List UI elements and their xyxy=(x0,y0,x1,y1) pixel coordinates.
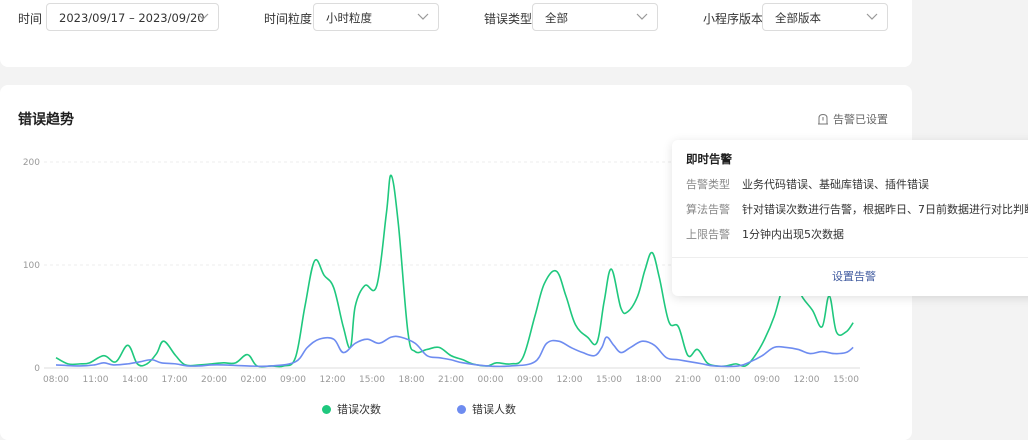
x-tick-label: 09:00 xyxy=(754,375,780,385)
x-tick-label: 00:00 xyxy=(478,375,504,385)
error-type-filter-label: 错误类型 xyxy=(484,12,533,26)
x-tick-label: 14:00 xyxy=(122,375,148,385)
x-tick-label: 18:00 xyxy=(399,375,425,385)
legend-label: 错误人数 xyxy=(472,403,516,416)
version-filter-label: 小程序版本 xyxy=(703,12,764,26)
popover-row-algorithm: 算法告警 针对错误次数进行告警，根据昨日、7日前数据进行对比判断 xyxy=(686,201,1028,217)
filter-bar: 时间 2023/09/17 – 2023/09/20 时间粒度 小时粒度 错误类… xyxy=(0,0,912,67)
set-alarm-button[interactable]: 设置告警 xyxy=(832,268,876,284)
series-line-error-users xyxy=(55,335,854,368)
chevron-down-icon xyxy=(636,13,648,20)
popover-row-key: 告警类型 xyxy=(686,178,730,191)
chevron-down-icon xyxy=(417,13,429,20)
x-tick-label: 17:00 xyxy=(162,375,188,385)
x-tick-label: 02:00 xyxy=(241,375,267,385)
x-tick-label: 09:00 xyxy=(280,375,306,385)
legend-item-error-count[interactable]: 错误次数 xyxy=(322,401,381,417)
popover-row-key: 算法告警 xyxy=(686,203,730,216)
y-tick-label: 0 xyxy=(34,364,40,374)
x-tick-label: 21:00 xyxy=(675,375,701,385)
chevron-down-icon xyxy=(866,13,878,20)
x-tick-label: 08:00 xyxy=(43,375,69,385)
error-type-value: 全部 xyxy=(545,11,568,25)
version-value: 全部版本 xyxy=(775,11,821,25)
time-range-value: 2023/09/17 – 2023/09/20 xyxy=(59,11,205,25)
x-tick-label: 18:00 xyxy=(636,375,662,385)
legend-marker xyxy=(322,404,331,414)
x-tick-label: 12:00 xyxy=(557,375,583,385)
y-tick-label: 200 xyxy=(23,158,40,168)
popover-row-value: 业务代码错误、基础库错误、插件错误 xyxy=(742,178,929,191)
granularity-value: 小时粒度 xyxy=(326,11,372,25)
granularity-select[interactable]: 小时粒度 xyxy=(313,3,439,31)
legend-label: 错误次数 xyxy=(337,403,381,416)
popover-row-limit: 上限告警 1分钟内出现5次数据 xyxy=(686,226,844,242)
granularity-filter-label: 时间粒度 xyxy=(264,12,313,26)
x-tick-label: 12:00 xyxy=(320,375,346,385)
popover-row-alarm-type: 告警类型 业务代码错误、基础库错误、插件错误 xyxy=(686,176,929,192)
x-tick-label: 15:00 xyxy=(596,375,622,385)
chevron-down-icon xyxy=(197,13,209,20)
y-tick-label: 100 xyxy=(23,261,40,271)
popover-divider xyxy=(672,257,1028,258)
legend-item-error-users[interactable]: 错误人数 xyxy=(457,401,516,417)
x-tick-label: 12:00 xyxy=(794,375,820,385)
x-tick-label: 01:00 xyxy=(715,375,741,385)
version-select[interactable]: 全部版本 xyxy=(762,3,888,31)
popover-row-key: 上限告警 xyxy=(686,228,730,241)
error-type-select[interactable]: 全部 xyxy=(532,3,658,31)
time-range-select[interactable]: 2023/09/17 – 2023/09/20 xyxy=(46,3,219,31)
legend-marker xyxy=(457,404,466,414)
x-tick-label: 20:00 xyxy=(201,375,227,385)
popover-row-value: 针对错误次数进行告警，根据昨日、7日前数据进行对比判断 xyxy=(742,203,1028,216)
popover-row-value: 1分钟内出现5次数据 xyxy=(742,228,844,241)
x-tick-label: 09:00 xyxy=(517,375,543,385)
x-tick-label: 15:00 xyxy=(833,375,859,385)
alarm-settings-popover: 即时告警 告警类型 业务代码错误、基础库错误、插件错误 算法告警 针对错误次数进… xyxy=(672,140,1028,296)
x-tick-label: 15:00 xyxy=(359,375,385,385)
x-tick-label: 11:00 xyxy=(83,375,109,385)
time-filter-label: 时间 xyxy=(18,12,43,26)
x-tick-label: 21:00 xyxy=(438,375,464,385)
popover-title: 即时告警 xyxy=(686,152,732,166)
